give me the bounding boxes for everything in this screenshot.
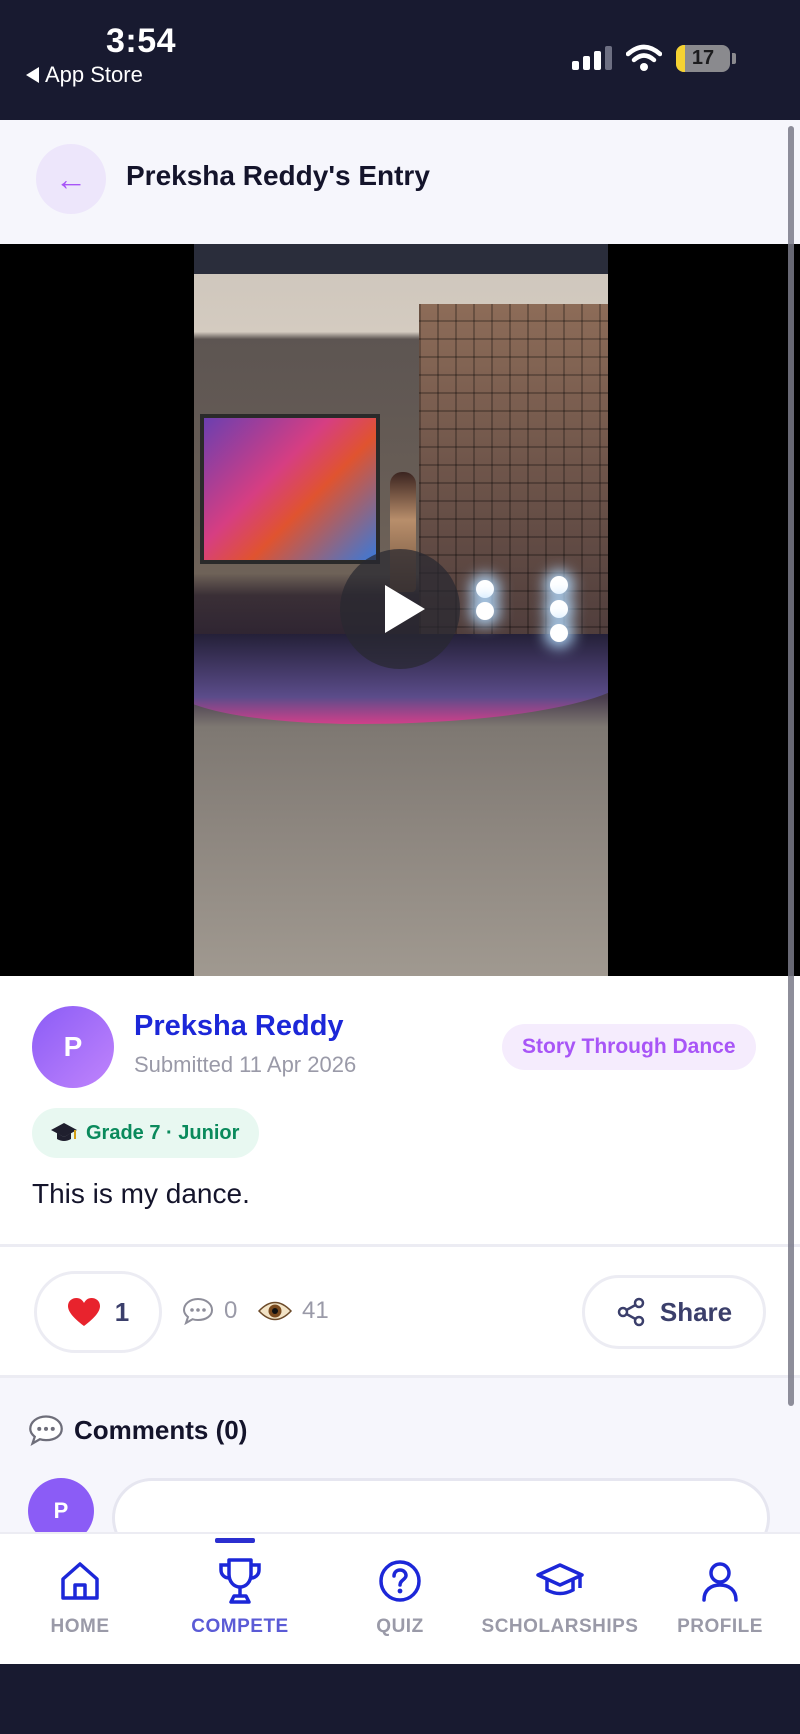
author-avatar[interactable]: P (32, 1006, 114, 1088)
share-icon (617, 1297, 645, 1327)
question-circle-icon (379, 1560, 421, 1602)
nav-profile-label: PROFILE (677, 1616, 763, 1637)
grade-label: Grade 7 · Junior (86, 1121, 240, 1144)
cellular-signal-icon (572, 46, 612, 70)
heart-icon (67, 1298, 100, 1326)
video-player[interactable] (0, 244, 800, 976)
battery-cap (732, 53, 736, 64)
comments-heading-text: Comments (0) (74, 1414, 248, 1445)
speech-bubble-icon (182, 1297, 214, 1325)
nav-quiz[interactable]: QUIZ (320, 1534, 480, 1666)
nav-scholarships[interactable]: SCHOLARSHIPS (480, 1534, 640, 1666)
comment-count: 0 (224, 1297, 238, 1324)
status-bar: 3:54 App Store 17 (0, 0, 800, 120)
back-button[interactable]: ← (36, 144, 106, 214)
like-count: 1 (114, 1296, 130, 1327)
comment-count-stat: 0 (182, 1297, 237, 1325)
entry-description: This is my dance. (32, 1178, 250, 1209)
like-button[interactable]: 1 (34, 1271, 162, 1353)
home-indicator-area (0, 1664, 800, 1734)
share-label: Share (659, 1296, 733, 1327)
category-tag[interactable]: Story Through Dance (502, 1024, 756, 1070)
grade-badge: Grade 7 · Junior (32, 1108, 260, 1158)
battery-level: 17 (691, 47, 715, 69)
page-title: Preksha Reddy's Entry (126, 160, 430, 191)
graduation-cap-icon (536, 1563, 584, 1596)
submitted-date: Submitted 11 Apr 2026 (134, 1052, 357, 1077)
comments-heading: Comments (0) (28, 1414, 247, 1446)
bottom-navigation: HOME COMPETE QUIZ SCHOLARSHIPS PROFILE (0, 1532, 800, 1664)
battery-icon: 17 (676, 45, 730, 72)
back-triangle-icon (26, 67, 39, 83)
play-icon (385, 585, 425, 633)
back-app-label: App Store (45, 62, 143, 87)
wifi-icon (626, 44, 662, 71)
comments-section: Comments (0) P (0, 1378, 800, 1532)
graduation-cap-icon (51, 1123, 77, 1141)
view-count: 41 (302, 1297, 329, 1324)
view-count-stat: 41 (258, 1297, 329, 1325)
current-user-avatar: P (28, 1478, 94, 1532)
entry-actions: 1 0 41 Share (0, 1247, 800, 1375)
scrollbar[interactable] (788, 126, 794, 1406)
entry-info: P Preksha Reddy Submitted 11 Apr 2026 St… (0, 976, 800, 1246)
arrow-left-icon: ← (55, 160, 87, 197)
nav-compete-label: COMPETE (191, 1616, 289, 1637)
nav-quiz-label: QUIZ (376, 1616, 424, 1637)
home-icon (61, 1562, 99, 1600)
nav-profile[interactable]: PROFILE (640, 1534, 800, 1666)
active-tab-indicator (215, 1538, 255, 1543)
nav-home-label: HOME (50, 1616, 110, 1637)
user-icon (702, 1562, 738, 1602)
comment-input[interactable] (112, 1478, 770, 1532)
share-button[interactable]: Share (582, 1275, 766, 1349)
speech-bubble-icon (29, 1415, 63, 1446)
back-to-app-store-link[interactable]: App Store (26, 62, 143, 88)
app-header: ← Preksha Reddy's Entry (0, 120, 800, 244)
trophy-icon (219, 1558, 261, 1604)
status-time: 3:54 (106, 22, 177, 60)
nav-compete[interactable]: COMPETE (160, 1534, 320, 1666)
nav-home[interactable]: HOME (0, 1534, 160, 1666)
play-button[interactable] (340, 549, 460, 669)
eye-icon (258, 1301, 292, 1321)
nav-scholarships-label: SCHOLARSHIPS (481, 1616, 639, 1637)
author-name[interactable]: Preksha Reddy (134, 1010, 344, 1043)
